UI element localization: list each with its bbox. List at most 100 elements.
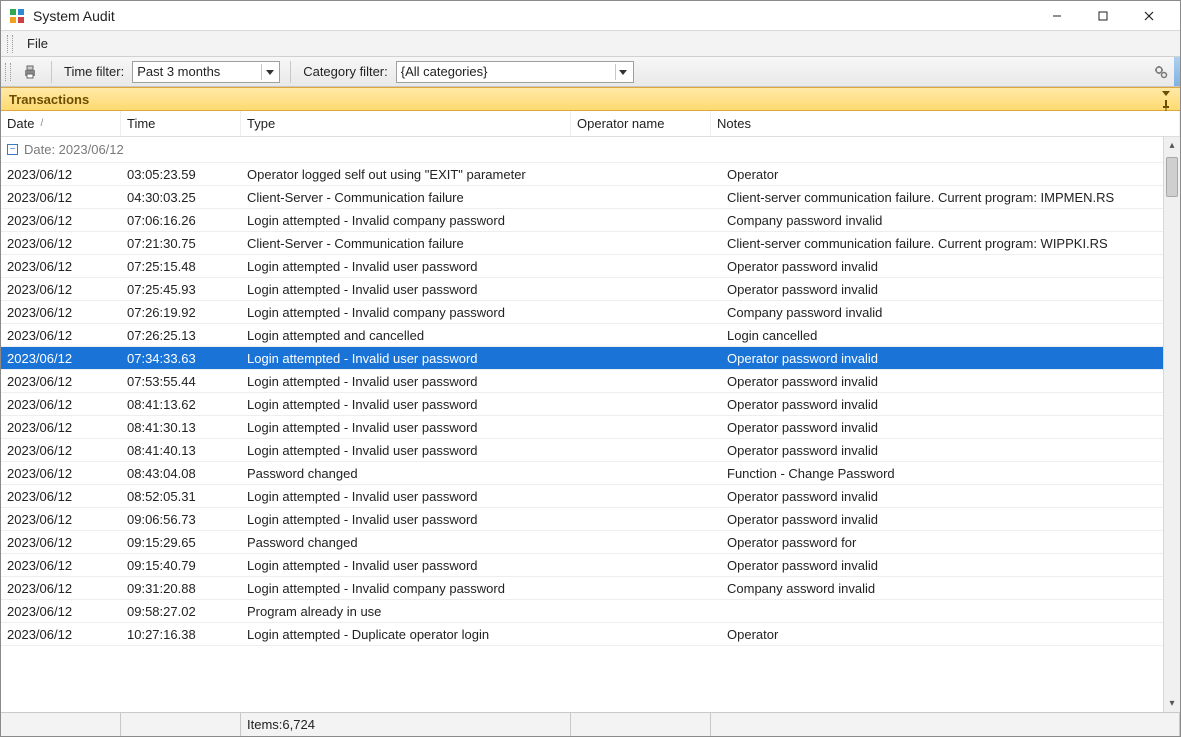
table-row[interactable]: 2023/06/1210:27:16.38Login attempted - D… bbox=[1, 623, 1180, 646]
table-row[interactable]: 2023/06/1207:26:25.13Login attempted and… bbox=[1, 324, 1180, 347]
cell-type: Login attempted - Invalid user password bbox=[241, 278, 571, 300]
cell-op bbox=[571, 531, 711, 553]
scroll-thumb[interactable] bbox=[1166, 157, 1178, 197]
cell-time: 03:05:23.59 bbox=[121, 163, 241, 185]
column-header-date[interactable]: Date / bbox=[1, 111, 121, 136]
table-row[interactable]: 2023/06/1209:58:27.02Program already in … bbox=[1, 600, 1180, 623]
cell-date: 2023/06/12 bbox=[1, 370, 121, 392]
table-row[interactable]: 2023/06/1208:41:40.13Login attempted - I… bbox=[1, 439, 1180, 462]
cell-notes: Operator password invalid bbox=[711, 370, 1180, 392]
cell-type: Operator logged self out using "EXIT" pa… bbox=[241, 163, 571, 185]
panel-header: Transactions bbox=[1, 87, 1180, 111]
toolbar-grip-icon bbox=[5, 63, 11, 81]
status-cell bbox=[571, 713, 711, 736]
settings-button[interactable] bbox=[1150, 61, 1172, 83]
table-row[interactable]: 2023/06/1208:43:04.08Password changedFun… bbox=[1, 462, 1180, 485]
cell-time: 10:27:16.38 bbox=[121, 623, 241, 645]
cell-notes: Operator password invalid bbox=[711, 347, 1180, 369]
table-row[interactable]: 2023/06/1207:26:19.92Login attempted - I… bbox=[1, 301, 1180, 324]
window-title: System Audit bbox=[33, 8, 1034, 24]
cell-time: 07:53:55.44 bbox=[121, 370, 241, 392]
table-row[interactable]: 2023/06/1208:41:13.62Login attempted - I… bbox=[1, 393, 1180, 416]
vertical-scrollbar[interactable]: ▴ ▾ bbox=[1163, 137, 1180, 712]
table-row[interactable]: 2023/06/1209:15:29.65Password changedOpe… bbox=[1, 531, 1180, 554]
cell-type: Login attempted - Invalid company passwo… bbox=[241, 209, 571, 231]
app-window: System Audit File Time filter: Past 3 mo… bbox=[0, 0, 1181, 737]
cell-date: 2023/06/12 bbox=[1, 209, 121, 231]
cell-op bbox=[571, 370, 711, 392]
cell-time: 07:06:16.26 bbox=[121, 209, 241, 231]
cell-op bbox=[571, 209, 711, 231]
cell-type: Login attempted - Duplicate operator log… bbox=[241, 623, 571, 645]
cell-type: Password changed bbox=[241, 531, 571, 553]
table-row[interactable]: 2023/06/1209:15:40.79Login attempted - I… bbox=[1, 554, 1180, 577]
statusbar: Items:6,724 bbox=[1, 712, 1180, 736]
menu-file[interactable]: File bbox=[19, 34, 56, 53]
cell-date: 2023/06/12 bbox=[1, 623, 121, 645]
cell-time: 08:41:40.13 bbox=[121, 439, 241, 461]
cell-op bbox=[571, 278, 711, 300]
collapse-icon[interactable]: − bbox=[7, 144, 18, 155]
cell-notes: Client-server communication failure. Cur… bbox=[711, 232, 1180, 254]
table-row[interactable]: 2023/06/1203:05:23.59Operator logged sel… bbox=[1, 163, 1180, 186]
group-row[interactable]: − Date: 2023/06/12 bbox=[1, 137, 1180, 163]
maximize-button[interactable] bbox=[1080, 1, 1126, 31]
close-button[interactable] bbox=[1126, 1, 1172, 31]
print-button[interactable] bbox=[19, 61, 41, 83]
chevron-down-icon bbox=[261, 64, 277, 80]
cell-type: Login attempted - Invalid user password bbox=[241, 393, 571, 415]
table-row[interactable]: 2023/06/1208:52:05.31Login attempted - I… bbox=[1, 485, 1180, 508]
column-header-operator[interactable]: Operator name bbox=[571, 111, 711, 136]
cell-date: 2023/06/12 bbox=[1, 278, 121, 300]
table-row[interactable]: 2023/06/1207:34:33.63Login attempted - I… bbox=[1, 347, 1180, 370]
table-row[interactable]: 2023/06/1209:31:20.88Login attempted - I… bbox=[1, 577, 1180, 600]
table-row[interactable]: 2023/06/1207:06:16.26Login attempted - I… bbox=[1, 209, 1180, 232]
cell-date: 2023/06/12 bbox=[1, 531, 121, 553]
table-row[interactable]: 2023/06/1207:21:30.75Client-Server - Com… bbox=[1, 232, 1180, 255]
cell-time: 07:25:45.93 bbox=[121, 278, 241, 300]
category-filter-dropdown[interactable]: {All categories} bbox=[396, 61, 634, 83]
cell-notes: Client-server communication failure. Cur… bbox=[711, 186, 1180, 208]
table-row[interactable]: 2023/06/1207:25:15.48Login attempted - I… bbox=[1, 255, 1180, 278]
cell-notes: Operator password invalid bbox=[711, 416, 1180, 438]
cell-date: 2023/06/12 bbox=[1, 485, 121, 507]
panel-pin-icon[interactable] bbox=[1154, 99, 1172, 111]
cell-op bbox=[571, 301, 711, 323]
toolbar-right-edge bbox=[1174, 57, 1180, 86]
cell-date: 2023/06/12 bbox=[1, 462, 121, 484]
time-filter-label: Time filter: bbox=[62, 64, 126, 79]
status-items: Items:6,724 bbox=[241, 713, 571, 736]
cell-op bbox=[571, 439, 711, 461]
cell-date: 2023/06/12 bbox=[1, 347, 121, 369]
toolbar: Time filter: Past 3 months Category filt… bbox=[1, 57, 1180, 87]
scroll-up-icon[interactable]: ▴ bbox=[1164, 137, 1180, 154]
table-row[interactable]: 2023/06/1209:06:56.73Login attempted - I… bbox=[1, 508, 1180, 531]
time-filter-dropdown[interactable]: Past 3 months bbox=[132, 61, 280, 83]
cell-time: 09:58:27.02 bbox=[121, 600, 241, 622]
cell-time: 08:41:13.62 bbox=[121, 393, 241, 415]
scroll-down-icon[interactable]: ▾ bbox=[1164, 695, 1180, 712]
cell-notes: Function - Change Password bbox=[711, 462, 1180, 484]
cell-op bbox=[571, 232, 711, 254]
column-header-time[interactable]: Time bbox=[121, 111, 241, 136]
cell-op bbox=[571, 163, 711, 185]
table-row[interactable]: 2023/06/1207:53:55.44Login attempted - I… bbox=[1, 370, 1180, 393]
cell-notes: Operator bbox=[711, 163, 1180, 185]
minimize-button[interactable] bbox=[1034, 1, 1080, 31]
cell-type: Password changed bbox=[241, 462, 571, 484]
table-row[interactable]: 2023/06/1208:41:30.13Login attempted - I… bbox=[1, 416, 1180, 439]
column-header-type[interactable]: Type bbox=[241, 111, 571, 136]
column-header-notes[interactable]: Notes bbox=[711, 111, 1180, 136]
toolbar-separator bbox=[290, 61, 291, 83]
cell-date: 2023/06/12 bbox=[1, 186, 121, 208]
panel-dropdown-icon[interactable] bbox=[1154, 87, 1172, 99]
cell-type: Client-Server - Communication failure bbox=[241, 186, 571, 208]
table-row[interactable]: 2023/06/1207:25:45.93Login attempted - I… bbox=[1, 278, 1180, 301]
cell-time: 09:31:20.88 bbox=[121, 577, 241, 599]
cell-time: 07:34:33.63 bbox=[121, 347, 241, 369]
table-row[interactable]: 2023/06/1204:30:03.25Client-Server - Com… bbox=[1, 186, 1180, 209]
cell-date: 2023/06/12 bbox=[1, 600, 121, 622]
cell-type: Client-Server - Communication failure bbox=[241, 232, 571, 254]
cell-time: 07:25:15.48 bbox=[121, 255, 241, 277]
cell-notes: Operator password invalid bbox=[711, 393, 1180, 415]
